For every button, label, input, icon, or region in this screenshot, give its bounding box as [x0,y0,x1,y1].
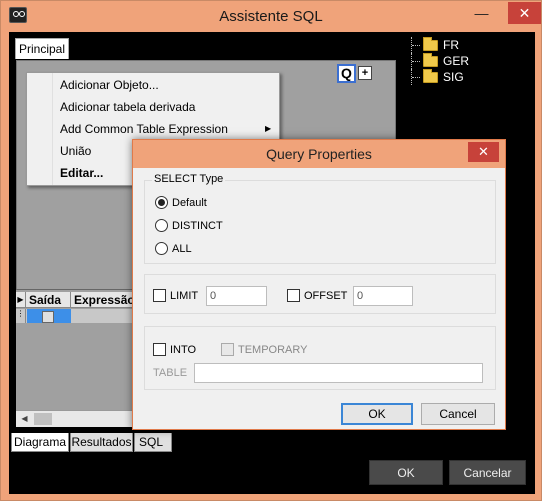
column-header-expressao[interactable]: Expressão [72,292,140,308]
menu-item-editar[interactable]: Editar... [60,163,103,183]
dialog-cancel-button[interactable]: Cancel [421,403,495,425]
dialog-title: Query Properties [266,146,372,162]
folder-icon [423,69,438,83]
scroll-thumb[interactable] [34,413,52,425]
dialog-title-bar[interactable]: Query Properties ✕ [133,140,505,168]
radio-all[interactable]: ALL [155,242,192,256]
row-indicator-icon: ▶ [16,292,26,308]
tab-resultados[interactable]: Resultados [70,433,133,452]
radio-default[interactable]: Default [155,196,207,210]
minimize-button[interactable]: — [468,2,495,24]
offset-checkbox[interactable]: OFFSET [287,289,347,303]
window-title: Assistente SQL [219,8,323,25]
folder-icon [423,53,438,67]
menu-item-uniao[interactable]: União [60,141,91,161]
zoom-q-button[interactable]: Q [337,64,356,83]
menu-item-adicionar-tabela-derivada[interactable]: Adicionar tabela derivada [60,97,195,117]
tab-principal[interactable]: Principal [15,38,69,59]
close-button[interactable]: ✕ [508,2,541,24]
assistente-sql-window: Assistente SQL — ✕ Principal Q + ▶ Saída… [0,0,542,501]
submenu-arrow-icon: ▶ [265,124,272,133]
zoom-plus-button[interactable]: + [358,66,372,80]
tree-item-ger[interactable]: GER [409,53,529,69]
cancel-button[interactable]: Cancelar [449,460,526,485]
schema-tree: FR GER SIG [409,37,529,85]
row-marker: ⋮ [16,309,26,323]
output-checkbox-cell[interactable] [27,309,71,323]
table-label: TABLE [153,367,188,379]
table-input[interactable] [194,363,483,383]
column-header-saida[interactable]: Saída [27,292,71,308]
limit-checkbox[interactable]: LIMIT [153,289,198,303]
dialog-ok-button[interactable]: OK [341,403,413,425]
offset-input[interactable]: 0 [353,286,413,306]
tree-item-sig[interactable]: SIG [409,69,529,85]
select-type-legend: SELECT Type [152,173,226,185]
temporary-checkbox[interactable]: TEMPORARY [221,343,307,357]
ok-button[interactable]: OK [369,460,443,485]
into-checkbox[interactable]: INTO [153,343,196,357]
menu-item-adicionar-objeto[interactable]: Adicionar Objeto... [60,75,159,95]
menu-item-add-cte[interactable]: Add Common Table Expression [60,119,228,139]
tree-item-label: SIG [443,70,464,84]
dialog-close-button[interactable]: ✕ [468,142,499,162]
limit-offset-group: LIMIT 0 OFFSET 0 [144,274,496,314]
into-group: INTO TEMPORARY TABLE [144,326,496,390]
limit-input[interactable]: 0 [206,286,267,306]
title-bar[interactable]: Assistente SQL — ✕ [1,1,541,32]
tab-sql[interactable]: SQL [134,433,172,452]
tree-item-fr[interactable]: FR [409,37,529,53]
tree-item-label: FR [443,38,459,52]
tab-diagrama[interactable]: Diagrama [11,433,69,452]
select-type-group: SELECT Type Default DISTINCT ALL [144,173,496,264]
query-properties-dialog: Query Properties ✕ SELECT Type Default D… [132,139,506,430]
folder-icon [423,37,438,51]
tree-item-label: GER [443,54,470,68]
scroll-left-icon[interactable]: ◀ [16,411,33,427]
radio-distinct[interactable]: DISTINCT [155,219,223,233]
